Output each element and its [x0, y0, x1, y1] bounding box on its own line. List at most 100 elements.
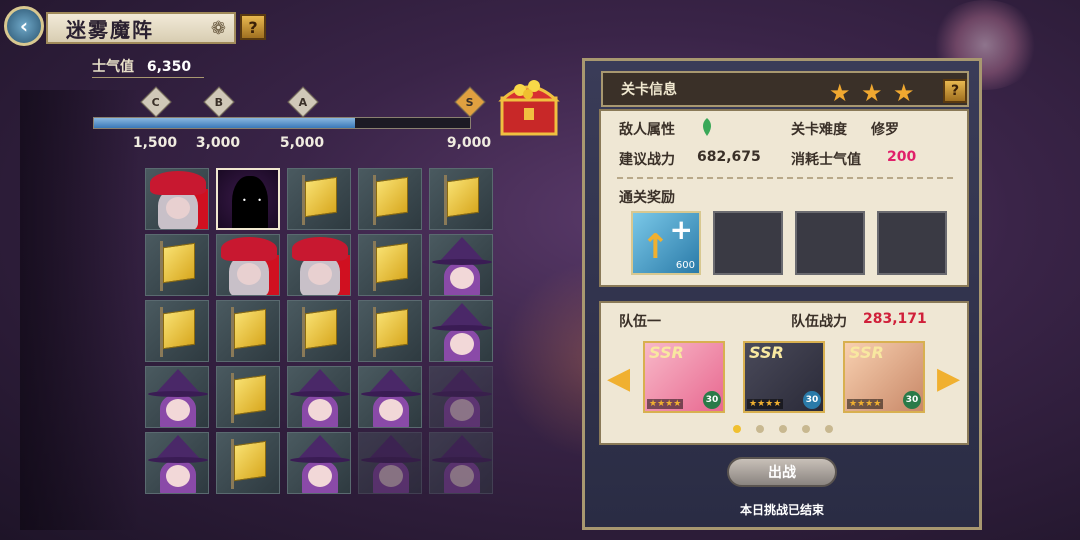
grid-cell-boss[interactable]: [145, 168, 209, 230]
rarity-badge: SSR: [749, 343, 784, 362]
card-level: 30: [903, 391, 921, 409]
grid-cell-flag[interactable]: [145, 300, 209, 362]
grid-cell-flag[interactable]: [358, 234, 422, 296]
page-title: 迷雾魔阵: [66, 17, 154, 42]
card-level: 30: [803, 391, 821, 409]
enemy-portrait: [308, 465, 332, 487]
grid-cell-boss[interactable]: [216, 234, 280, 296]
threshold-label: 5,000: [279, 135, 325, 151]
flag-icon: [163, 308, 195, 350]
flag-icon: [376, 176, 408, 218]
grid-cell-selected[interactable]: • •: [216, 168, 280, 230]
morale-progress-bar: [93, 117, 471, 129]
team-card[interactable]: SSR ★★★★ 30: [843, 341, 925, 413]
leaf-icon: [703, 118, 711, 136]
boss-portrait: [308, 263, 332, 285]
back-button[interactable]: ‹: [4, 6, 44, 46]
page-dot[interactable]: [756, 425, 764, 433]
grid-cell-enemy[interactable]: [429, 234, 493, 296]
prev-team-arrow-icon[interactable]: ◀: [607, 361, 630, 396]
rarity-badge: SSR: [649, 343, 684, 362]
stage-help-button[interactable]: ?: [943, 79, 967, 103]
team-card[interactable]: SSR ★★★★ 30: [743, 341, 825, 413]
page-dot[interactable]: [733, 425, 741, 433]
page-dot[interactable]: [779, 425, 787, 433]
grid-cell-flag[interactable]: [216, 300, 280, 362]
page-dot[interactable]: [825, 425, 833, 433]
enemy-portrait: [450, 333, 474, 355]
team-card[interactable]: SSR ★★★★ 30: [643, 341, 725, 413]
stage-info-header: 关卡信息 ★ ★ ★ ?: [601, 71, 969, 107]
power-value: 682,675: [697, 149, 761, 165]
grid-cell-boss[interactable]: [287, 234, 351, 296]
threshold-label: 9,000: [446, 135, 492, 151]
cost-value: 200: [887, 149, 917, 165]
reward-item[interactable]: ↑ + 600: [631, 211, 701, 275]
morale-progress-fill: [94, 118, 356, 128]
stage-panel: 关卡信息 ★ ★ ★ ? 敌人属性 关卡难度 修罗 建议战力 682,675 消…: [582, 58, 982, 530]
grid-cell-flag[interactable]: [358, 300, 422, 362]
flower-icon: ❁: [210, 18, 226, 39]
enemy-portrait: [450, 465, 474, 487]
reward-slot-empty: [877, 211, 947, 275]
morale-underline: [92, 77, 204, 78]
enemy-portrait: [166, 465, 190, 487]
grid-cell-flag[interactable]: [145, 234, 209, 296]
go-battle-button[interactable]: 出战: [727, 457, 837, 487]
flag-icon: [376, 242, 408, 284]
reward-slot-empty: [713, 211, 783, 275]
grid-cell-enemy[interactable]: [429, 300, 493, 362]
grade-s-icon: S: [454, 86, 486, 118]
title-bar: 迷雾魔阵 ❁: [46, 12, 236, 44]
threshold-label: 1,500: [132, 135, 178, 151]
card-stars: ★★★★: [647, 399, 684, 409]
grid-cell-flag[interactable]: [287, 168, 351, 230]
help-button[interactable]: ?: [240, 14, 266, 40]
challenge-ended-status: 本日挑战已结束: [739, 503, 824, 517]
flag-icon: [234, 440, 266, 482]
stage-info-title: 关卡信息: [621, 82, 677, 98]
grid-cell-flag[interactable]: [429, 168, 493, 230]
flag-icon: [305, 308, 337, 350]
grade-b-icon: B: [203, 86, 235, 118]
grid-cell-enemy[interactable]: [145, 432, 209, 494]
power-label: 建议战力: [619, 152, 675, 168]
enemy-portrait: [450, 267, 474, 289]
enemy-portrait: [308, 399, 332, 421]
team-power-value: 283,171: [863, 311, 927, 327]
morale-value: 6,350: [146, 59, 192, 75]
morale-display: 士气值 6,350: [92, 56, 191, 76]
team-power-label: 队伍战力: [791, 314, 847, 330]
divider: [617, 177, 953, 179]
grid-cell-enemy[interactable]: [429, 366, 493, 428]
grid-cell-flag[interactable]: [287, 300, 351, 362]
morale-label: 士气值: [92, 59, 134, 75]
next-team-arrow-icon[interactable]: ▶: [937, 361, 960, 396]
threshold-label: 3,000: [195, 135, 241, 151]
flag-icon: [234, 308, 266, 350]
grid-cell-enemy[interactable]: [287, 432, 351, 494]
enemy-portrait: [450, 399, 474, 421]
flag-icon: [376, 308, 408, 350]
plus-icon: +: [669, 213, 693, 246]
difficulty-label: 关卡难度: [791, 122, 847, 138]
grid-cell-flag[interactable]: [358, 168, 422, 230]
grid-cell-enemy[interactable]: [358, 366, 422, 428]
rarity-badge: SSR: [849, 343, 884, 362]
difficulty-value: 修罗: [871, 122, 899, 138]
card-stars: ★★★★: [847, 399, 884, 409]
enemy-portrait: [166, 399, 190, 421]
card-stars: ★★★★: [747, 399, 784, 409]
star-icon: ★: [829, 79, 851, 107]
reward-count: 600: [675, 260, 695, 271]
grid-cell-enemy[interactable]: [429, 432, 493, 494]
flag-icon: [163, 242, 195, 284]
grid-cell-enemy[interactable]: [145, 366, 209, 428]
cost-label: 消耗士气值: [791, 152, 861, 168]
page-dot[interactable]: [802, 425, 810, 433]
grid-cell-enemy[interactable]: [358, 432, 422, 494]
grid-cell-enemy[interactable]: [287, 366, 351, 428]
grid-cell-flag[interactable]: [216, 432, 280, 494]
treasure-chest-icon[interactable]: [498, 72, 560, 138]
grid-cell-flag[interactable]: [216, 366, 280, 428]
